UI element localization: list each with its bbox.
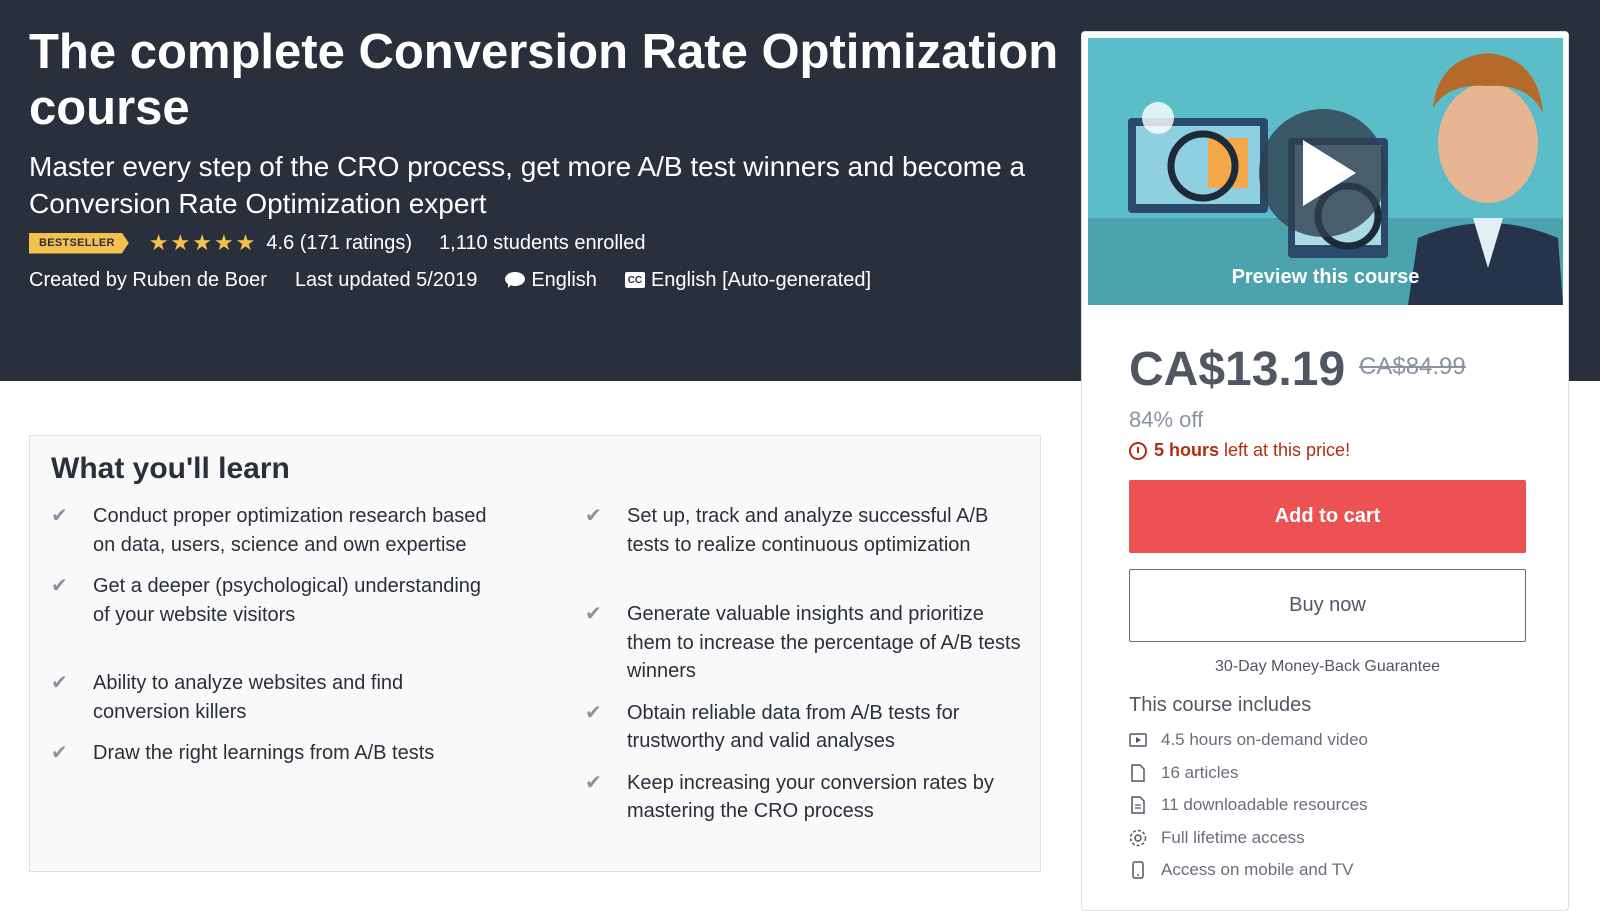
star-icon: ★ xyxy=(170,230,191,255)
captions-label: English [Auto-generated] xyxy=(650,268,872,291)
learn-item: ✔ Ability to analyze websites and find co… xyxy=(51,669,491,726)
what-you-learn-box: What you'll learn ✔ Conduct proper optimi… xyxy=(29,435,1041,872)
checkmark-icon: ✔ xyxy=(585,771,602,794)
includes-item: Full lifetime access xyxy=(1129,822,1368,855)
captions: CC English [Auto-generated] xyxy=(624,268,872,292)
money-back-guarantee: 30-Day Money-Back Guarantee xyxy=(1215,658,1440,675)
learn-item: ✔ Obtain reliable data from A/B tests for… xyxy=(585,699,1025,756)
checkmark-icon: ✔ xyxy=(51,742,68,764)
buy-now-button[interactable]: Buy now xyxy=(1129,569,1526,642)
file-icon xyxy=(1129,764,1147,782)
price-timer: 5 hours left at this price! xyxy=(1129,440,1350,461)
includes-item: 4.5 hours on-demand video xyxy=(1129,724,1368,757)
language-label: English xyxy=(531,268,597,291)
timer-text: left at this price! xyxy=(1219,440,1351,460)
learn-item: ✔ Draw the right learnings from A/B tests xyxy=(51,739,491,768)
learn-item: ✔ Conduct proper optimization research ba… xyxy=(51,502,491,559)
includes-item: 11 downloadable resources xyxy=(1129,789,1368,822)
enrolled-count: 1,110 students enrolled xyxy=(439,231,646,254)
bestseller-badge: BESTSELLER xyxy=(29,232,129,254)
learn-list-right: ✔ Set up, track and analyze successful A/… xyxy=(585,502,1025,839)
course-preview[interactable]: Preview this course xyxy=(1088,38,1563,305)
learn-item: ✔ Generate valuable insights and prioriti… xyxy=(585,600,1025,686)
learn-title: What you'll learn xyxy=(51,452,290,485)
course-meta-row: Created by Ruben de Boer Last updated 5/… xyxy=(29,266,871,294)
video-icon xyxy=(1129,731,1147,749)
language: English xyxy=(505,269,597,292)
includes-list: 4.5 hours on-demand video 16 articles 11… xyxy=(1129,724,1368,887)
checkmark-icon: ✔ xyxy=(51,672,68,694)
closed-captions-icon: CC xyxy=(624,272,645,288)
star-icon: ★ xyxy=(148,230,169,255)
preview-label: Preview this course xyxy=(1231,266,1420,288)
checkmark-icon: ✔ xyxy=(585,701,602,724)
document-icon xyxy=(1129,796,1147,814)
rating-stars: ★ ★ ★ ★ ★ xyxy=(149,232,256,254)
checkmark-icon: ✔ xyxy=(51,505,68,527)
alarm-clock-icon xyxy=(1129,441,1147,460)
checkmark-icon: ✔ xyxy=(585,603,602,625)
mobile-icon xyxy=(1129,861,1147,879)
includes-item: Access on mobile and TV xyxy=(1129,854,1368,887)
includes-item: 16 articles xyxy=(1129,757,1368,790)
learn-item: ✔ Set up, track and analyze successful A/… xyxy=(585,502,1025,559)
instructor-link[interactable]: Created by Ruben de Boer xyxy=(29,269,267,292)
timer-hours: 5 hours xyxy=(1154,440,1220,460)
learn-list-left: ✔ Conduct proper optimization research ba… xyxy=(51,502,491,781)
purchase-sidebar: Preview this course CA$13.19 CA$84.99 84… xyxy=(1081,31,1569,911)
checkmark-icon: ✔ xyxy=(585,505,602,527)
star-icon: ★ xyxy=(192,230,212,255)
original-price: CA$84.99 xyxy=(1359,353,1466,380)
course-title: The complete Conversion Rate Optimizatio… xyxy=(29,25,1059,135)
preview-illustration xyxy=(1088,38,1563,305)
last-updated: Last updated 5/2019 xyxy=(294,268,478,291)
add-to-cart-button[interactable]: Add to cart xyxy=(1129,480,1526,553)
includes-title: This course includes xyxy=(1129,694,1312,716)
learn-item: ✔ Keep increasing your conversion rates b… xyxy=(585,769,1025,826)
star-half-icon: ★ xyxy=(235,230,256,255)
rating-row: BESTSELLER ★ ★ ★ ★ ★ 4.6 (171 ratings) 1… xyxy=(29,230,646,256)
checkmark-icon: ✔ xyxy=(51,575,68,597)
current-price: CA$13.19 xyxy=(1129,343,1346,396)
infinity-icon xyxy=(1129,829,1147,847)
rating-count[interactable]: 4.6 (171 ratings) xyxy=(266,232,412,255)
discount-percent: 84% off xyxy=(1129,407,1204,432)
star-icon: ★ xyxy=(213,230,234,255)
course-subtitle: Master every step of the CRO process, ge… xyxy=(29,151,1026,219)
learn-item: ✔ Get a deeper (psychological) understand… xyxy=(51,572,491,629)
speech-bubble-icon xyxy=(505,272,526,288)
